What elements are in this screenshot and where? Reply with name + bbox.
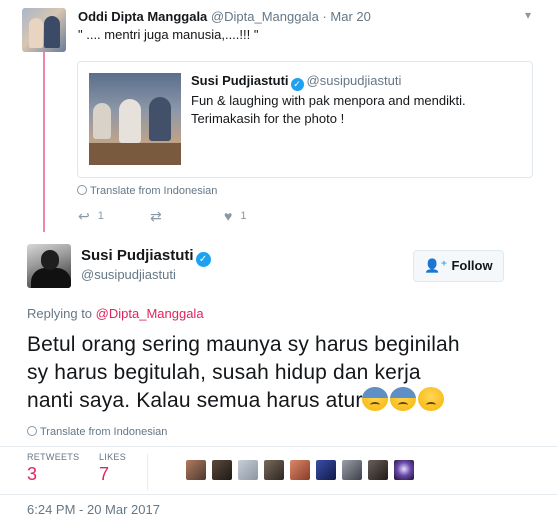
likes-count: 7 — [99, 464, 110, 484]
like-button[interactable]: ♥ 1 — [224, 208, 246, 224]
avatar[interactable] — [22, 8, 66, 52]
retweets-stat[interactable]: RETWEETS 3 — [27, 452, 79, 485]
author-name[interactable]: Oddi Dipta Manggala — [78, 9, 207, 24]
tweet-text: " .... mentri juga manusia,....!!! " — [78, 27, 259, 42]
likes-label: LIKES — [99, 452, 127, 462]
reply-button[interactable]: ↩ 1 — [78, 208, 104, 225]
replying-to: Replying to @Dipta_Manggala — [27, 306, 204, 321]
heart-icon: ♥ — [224, 208, 233, 224]
liker-avatar[interactable] — [368, 460, 388, 480]
author-handle[interactable]: @Dipta_Manggala — [211, 9, 319, 24]
reply-count: 1 — [97, 210, 104, 222]
chevron-down-icon[interactable]: ▾ — [520, 8, 536, 22]
translate-link[interactable]: Translate from Indonesian — [27, 426, 167, 438]
translate-label: Translate from Indonesian — [40, 426, 168, 438]
liker-avatar[interactable] — [394, 460, 414, 480]
liker-avatar[interactable] — [290, 460, 310, 480]
replying-prefix: Replying to — [27, 306, 93, 321]
quoted-tweet-card[interactable]: Susi Pudjiastuti ✓ @susipudjiastuti Fun & … — [77, 61, 533, 178]
anxious-face-icon — [362, 387, 389, 411]
quoted-tweet-text: Fun & laughing with pak menpora and mend… — [191, 92, 521, 128]
verified-badge-icon: ✓ — [195, 252, 211, 267]
quoted-text-line: Terimakasih for the photo ! — [191, 111, 345, 126]
quoted-tweet-photo[interactable] — [89, 73, 181, 165]
liker-avatar[interactable] — [342, 460, 362, 480]
retweets-count: 3 — [27, 464, 38, 484]
add-user-icon: 👤⁺ — [424, 258, 448, 273]
tweet-text-line: nanti saya. Kalau semua harus atur — [27, 389, 363, 412]
tweet-timestamp[interactable]: 6:24 PM - 20 Mar 2017 — [27, 502, 160, 517]
retweet-icon: ⇄ — [150, 208, 162, 224]
tweet-text-line: sy harus begitulah, susah hidup dan kerj… — [27, 361, 421, 384]
quoted-author-name: Susi Pudjiastuti — [191, 73, 289, 88]
anxious-face-icon — [390, 387, 417, 411]
liker-avatar[interactable] — [316, 460, 336, 480]
verified-badge-icon: ✓ — [290, 78, 304, 91]
retweets-label: RETWEETS — [27, 452, 80, 462]
main-author: Susi Pudjiastuti ✓ — [81, 247, 214, 267]
translate-link[interactable]: Translate from Indonesian — [77, 185, 217, 197]
tweet-text-line: Betul orang sering maunya sy harus begin… — [27, 333, 460, 356]
liker-avatar[interactable] — [212, 460, 232, 480]
like-count: 1 — [240, 210, 247, 222]
reply-icon: ↩ — [78, 208, 90, 224]
quoted-author-handle: @susipudjiastuti — [306, 73, 402, 88]
follow-label: Follow — [451, 258, 493, 273]
tweet-text-line-last: nanti saya. Kalau semua harus atur — [27, 387, 547, 415]
avatar[interactable] — [27, 244, 71, 288]
likes-stat[interactable]: LIKES 7 — [99, 452, 126, 485]
liker-avatar[interactable] — [264, 460, 284, 480]
author-name[interactable]: Susi Pudjiastuti — [81, 247, 194, 264]
stats-separator — [147, 454, 148, 490]
thread-connector-line — [43, 52, 45, 232]
divider — [0, 494, 557, 495]
main-tweet-text: Betul orang sering maunya sy harus begin… — [27, 331, 547, 415]
retweet-button[interactable]: ⇄ — [150, 208, 170, 225]
replying-to-link[interactable]: @Dipta_Manggala — [96, 306, 204, 321]
follow-button[interactable]: 👤⁺ Follow — [413, 250, 504, 282]
parent-tweet-header: Oddi Dipta Manggala @Dipta_Manggala · Ma… — [78, 9, 371, 24]
quoted-text-line: Fun & laughing with pak menpora and mend… — [191, 93, 466, 108]
worried-face-icon — [418, 387, 445, 411]
translate-label: Translate from Indonesian — [90, 185, 218, 197]
liker-avatar[interactable] — [186, 460, 206, 480]
globe-icon — [27, 426, 37, 436]
globe-icon — [77, 185, 87, 195]
quoted-author: Susi Pudjiastuti ✓ @susipudjiastuti — [191, 73, 401, 91]
liker-avatar[interactable] — [238, 460, 258, 480]
divider — [0, 446, 557, 447]
author-handle[interactable]: @susipudjiastuti — [81, 267, 176, 282]
tweet-date[interactable]: Mar 20 — [330, 9, 370, 24]
